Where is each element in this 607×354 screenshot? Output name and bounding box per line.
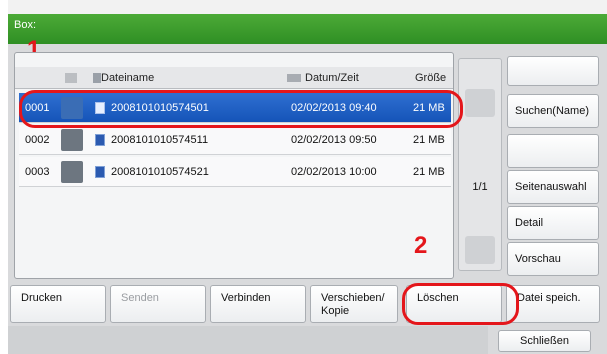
row-size: 21 MB <box>413 166 445 178</box>
side-button-empty[interactable] <box>507 134 599 168</box>
save-file-button[interactable]: Datei speich. <box>506 285 600 323</box>
box-title: Box: <box>14 19 37 31</box>
box-header: Box: <box>8 14 607 44</box>
page-select-button[interactable]: Seitenauswahl <box>507 170 599 204</box>
row-date: 02/02/2013 09:50 <box>291 134 377 146</box>
row-size: 21 MB <box>413 134 445 146</box>
row-id: 0003 <box>25 166 50 178</box>
print-button[interactable]: Drucken <box>10 285 106 323</box>
scroll-up-button[interactable] <box>465 89 495 117</box>
side-button-empty-top[interactable] <box>507 56 599 86</box>
document-icon <box>95 166 105 178</box>
search-name-button[interactable]: Suchen(Name) <box>507 94 599 128</box>
move-label-line2: Kopie <box>321 305 350 317</box>
top-bar <box>8 0 607 14</box>
send-button[interactable]: Senden <box>110 285 206 323</box>
scroll-column: 1/1 <box>458 58 502 271</box>
row-date: 02/02/2013 10:00 <box>291 166 377 178</box>
row-id: 0002 <box>25 134 50 146</box>
document-icon <box>95 134 105 146</box>
detail-button[interactable]: Detail <box>507 206 599 240</box>
column-date[interactable]: Datum/Zeit <box>305 72 359 84</box>
scroll-down-button[interactable] <box>465 236 495 264</box>
page-indicator: 1/1 <box>472 181 488 193</box>
list-header: Dateiname Datum/Zeit Größe <box>15 67 453 89</box>
combine-button[interactable]: Verbinden <box>210 285 306 323</box>
file-icon <box>93 73 101 83</box>
thumbnail-icon <box>61 161 83 183</box>
delete-highlight-circle <box>402 283 519 325</box>
thumbnail-icon <box>61 129 83 151</box>
sort-icon <box>287 74 301 82</box>
move-label-line1: Verschieben/ <box>321 292 385 304</box>
row-highlight-circle <box>19 90 463 128</box>
table-row[interactable]: 0003 2008101010574521 02/02/2013 10:00 2… <box>19 157 451 187</box>
close-button[interactable]: Schließen <box>498 330 591 352</box>
footer-strip <box>8 326 488 354</box>
step-marker-2: 2 <box>414 232 428 259</box>
column-size[interactable]: Größe <box>415 72 446 84</box>
select-all-checkbox[interactable] <box>65 73 77 83</box>
file-list-panel: Dateiname Datum/Zeit Größe 0001 20081010… <box>14 52 454 279</box>
row-name: 2008101010574521 <box>111 166 209 178</box>
row-name: 2008101010574511 <box>111 134 209 146</box>
column-name[interactable]: Dateiname <box>101 72 154 84</box>
table-row[interactable]: 0002 2008101010574511 02/02/2013 09:50 2… <box>19 125 451 155</box>
move-copy-button[interactable]: Verschieben/ Kopie <box>310 285 398 323</box>
preview-button[interactable]: Vorschau <box>507 242 599 276</box>
